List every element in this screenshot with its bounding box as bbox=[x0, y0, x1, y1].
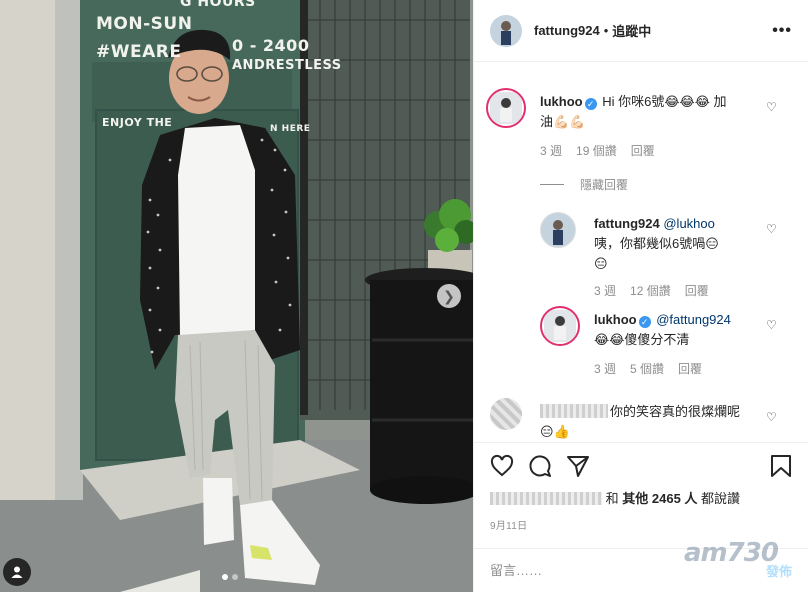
sign-mon-sun: MON-SUN bbox=[96, 14, 193, 34]
reply-username[interactable]: fattung924 bbox=[594, 216, 660, 231]
comment-like-heart-icon[interactable]: ♡ bbox=[766, 410, 777, 424]
fattung-avatar-image bbox=[541, 213, 575, 247]
lukhoo-avatar-image bbox=[490, 92, 522, 124]
reply-text: 😂😂傻傻分不清 bbox=[594, 332, 690, 347]
lukhoo-avatar-image bbox=[544, 310, 576, 342]
bookmark-icon[interactable] bbox=[770, 454, 792, 478]
reply-text-cont: 😑 bbox=[594, 256, 608, 271]
likes-suffix: 都說讚 bbox=[701, 491, 741, 506]
reply-text: 咦，你都幾似6號喎😑 bbox=[594, 236, 719, 251]
following-button[interactable]: 追蹤中 bbox=[612, 21, 651, 40]
post-date: 9月11日 bbox=[490, 521, 528, 532]
instagram-post-view: G HOURS MON-SUN 0 - 2400 #WEARE ANDRESTL… bbox=[0, 0, 808, 592]
reply-avatar[interactable] bbox=[540, 212, 576, 248]
carousel-indicator bbox=[222, 574, 238, 580]
reply-button[interactable]: 回覆 bbox=[631, 142, 655, 159]
reply-body: fattung924 @lukhoo 咦，你都幾似6號喎😑 😑 bbox=[594, 214, 766, 274]
author-username[interactable]: fattung924 bbox=[534, 23, 600, 38]
reply-body: lukhoo ✓ @fattung924 😂😂傻傻分不清 bbox=[594, 310, 766, 350]
comment-avatar[interactable] bbox=[490, 398, 522, 430]
post-photo[interactable]: G HOURS MON-SUN 0 - 2400 #WEARE ANDRESTL… bbox=[0, 0, 473, 592]
send-icon[interactable] bbox=[566, 454, 590, 478]
sign-time: 0 - 2400 bbox=[232, 36, 310, 55]
header-separator: • bbox=[603, 23, 609, 38]
sign-restless: ANDRESTLESS bbox=[232, 58, 342, 73]
reply-like-heart-icon[interactable]: ♡ bbox=[766, 318, 777, 332]
hide-replies-button[interactable]: 隱藏回覆 bbox=[540, 176, 628, 193]
reply-username[interactable]: lukhoo bbox=[594, 312, 637, 327]
reply-meta: 3 週 12 個讚 回覆 bbox=[594, 282, 709, 299]
comment-avatar[interactable] bbox=[486, 88, 526, 128]
sign-hashtag: #WEARE bbox=[96, 42, 182, 62]
reply-time: 3 週 bbox=[594, 362, 617, 376]
comment-text: 你的笑容真的很燦爛呢 bbox=[610, 404, 741, 419]
reply-likes[interactable]: 5 個讚 bbox=[630, 360, 664, 377]
comment-icon[interactable] bbox=[528, 454, 552, 478]
sign-hours: G HOURS bbox=[180, 0, 256, 10]
reply-like-heart-icon[interactable]: ♡ bbox=[766, 222, 777, 236]
sign-enjoy: ENJOY THE bbox=[102, 116, 173, 129]
verified-badge-icon: ✓ bbox=[638, 316, 651, 328]
reply-time: 3 週 bbox=[594, 284, 617, 298]
comment-input[interactable] bbox=[490, 563, 670, 578]
comment-username[interactable]: lukhoo bbox=[540, 94, 583, 109]
author-avatar[interactable] bbox=[490, 14, 522, 47]
author-avatar-image bbox=[490, 14, 522, 47]
reply-button[interactable]: 回覆 bbox=[685, 282, 709, 299]
hide-replies-label: 隱藏回覆 bbox=[580, 178, 629, 192]
comment-time: 3 週 bbox=[540, 144, 563, 158]
carousel-dot-active bbox=[222, 574, 228, 580]
blurred-username[interactable] bbox=[540, 404, 608, 418]
carousel-dot bbox=[232, 574, 238, 580]
comment-text: Hi 你咪6號😂😂😂 加 bbox=[602, 94, 727, 109]
person-icon bbox=[11, 566, 23, 578]
comments-list: lukhoo ✓ Hi 你咪6號😂😂😂 加 油💪🏻💪🏻 ♡ 3 週 19 個讚 回… bbox=[474, 62, 808, 442]
divider bbox=[540, 184, 564, 185]
comment-likes[interactable]: 19 個讚 bbox=[576, 142, 617, 159]
blurred-liker-name[interactable] bbox=[490, 492, 602, 505]
comment-like-heart-icon[interactable]: ♡ bbox=[766, 100, 777, 114]
reply-meta: 3 週 5 個讚 回覆 bbox=[594, 360, 702, 377]
comment-body: 你的笑容真的很燦爛呢 😑👍 bbox=[540, 402, 766, 442]
tagged-users-button[interactable] bbox=[3, 558, 31, 586]
reply-mention-link[interactable]: @fattung924 bbox=[656, 312, 731, 327]
comment-text-cont: 😑👍 bbox=[540, 424, 570, 439]
photo-scene bbox=[0, 0, 473, 592]
chevron-right-icon: ❯ bbox=[443, 287, 455, 304]
heart-icon[interactable] bbox=[490, 454, 514, 478]
post-actions bbox=[474, 442, 808, 488]
more-options-icon[interactable]: ••• bbox=[772, 22, 792, 40]
sign-here: N HERE bbox=[270, 124, 311, 134]
reply-mention-link[interactable]: @lukhoo bbox=[663, 216, 715, 231]
comment-text-cont: 油💪🏻💪🏻 bbox=[540, 114, 586, 129]
likes-summary: 和 其他 2465 人 都說讚 bbox=[490, 488, 798, 507]
comment-meta: 3 週 19 個讚 回覆 bbox=[540, 142, 655, 159]
watermark-logo: am730 bbox=[684, 538, 779, 568]
post-sidebar: fattung924 • 追蹤中 ••• lukhoo ✓ Hi 你咪6號😂😂😂 … bbox=[473, 0, 808, 592]
post-header: fattung924 • 追蹤中 ••• bbox=[474, 0, 808, 62]
likes-others-link[interactable]: 其他 2465 人 bbox=[622, 491, 697, 506]
reply-avatar[interactable] bbox=[540, 306, 580, 346]
likes-and: 和 bbox=[605, 491, 619, 506]
verified-badge-icon: ✓ bbox=[584, 98, 597, 110]
next-photo-button[interactable]: ❯ bbox=[437, 284, 461, 308]
reply-button[interactable]: 回覆 bbox=[678, 360, 702, 377]
comment-body: lukhoo ✓ Hi 你咪6號😂😂😂 加 油💪🏻💪🏻 bbox=[540, 92, 770, 132]
reply-likes[interactable]: 12 個讚 bbox=[630, 282, 671, 299]
